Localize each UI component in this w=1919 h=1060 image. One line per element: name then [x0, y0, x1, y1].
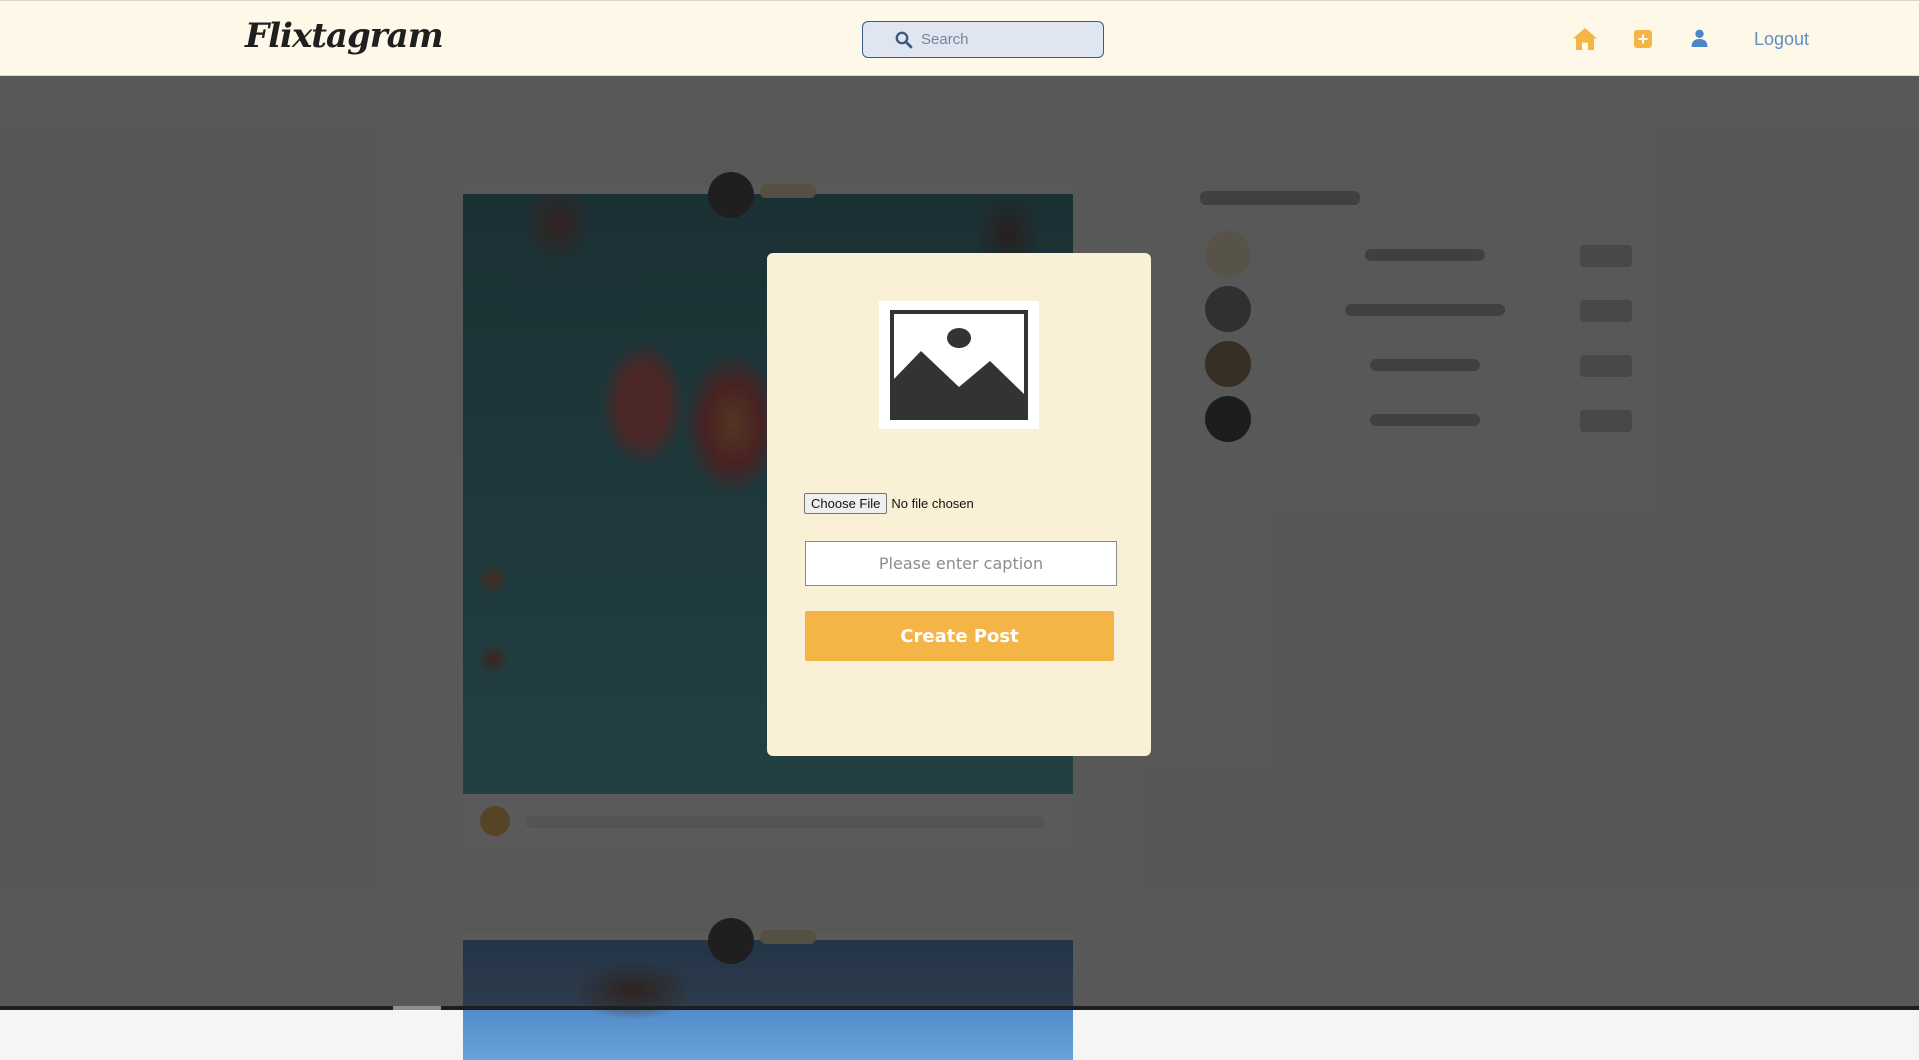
add-post-icon[interactable]: [1634, 30, 1652, 48]
search-icon: [895, 31, 913, 49]
caption-input[interactable]: [805, 541, 1117, 586]
profile-icon[interactable]: [1691, 29, 1708, 47]
create-post-button[interactable]: Create Post: [805, 611, 1114, 661]
top-navbar: Flixtagram Search Logout: [0, 0, 1919, 76]
choose-file-button[interactable]: Choose File: [804, 493, 888, 514]
image-placeholder-icon: [890, 310, 1028, 420]
search-bar[interactable]: Search: [862, 21, 1104, 58]
image-preview: [879, 301, 1039, 429]
horizontal-scrollbar[interactable]: [0, 1006, 1919, 1010]
file-status-text: No file chosen: [891, 496, 974, 511]
logout-link[interactable]: Logout: [1754, 29, 1809, 50]
file-input[interactable]: Choose File No file chosen: [804, 493, 974, 514]
scrollbar-thumb[interactable]: [393, 1006, 441, 1010]
search-placeholder: Search: [921, 31, 969, 48]
create-post-modal: Choose File No file chosen Create Post: [767, 253, 1151, 756]
home-icon[interactable]: [1572, 27, 1598, 51]
app-logo[interactable]: Flixtagram: [245, 16, 444, 56]
